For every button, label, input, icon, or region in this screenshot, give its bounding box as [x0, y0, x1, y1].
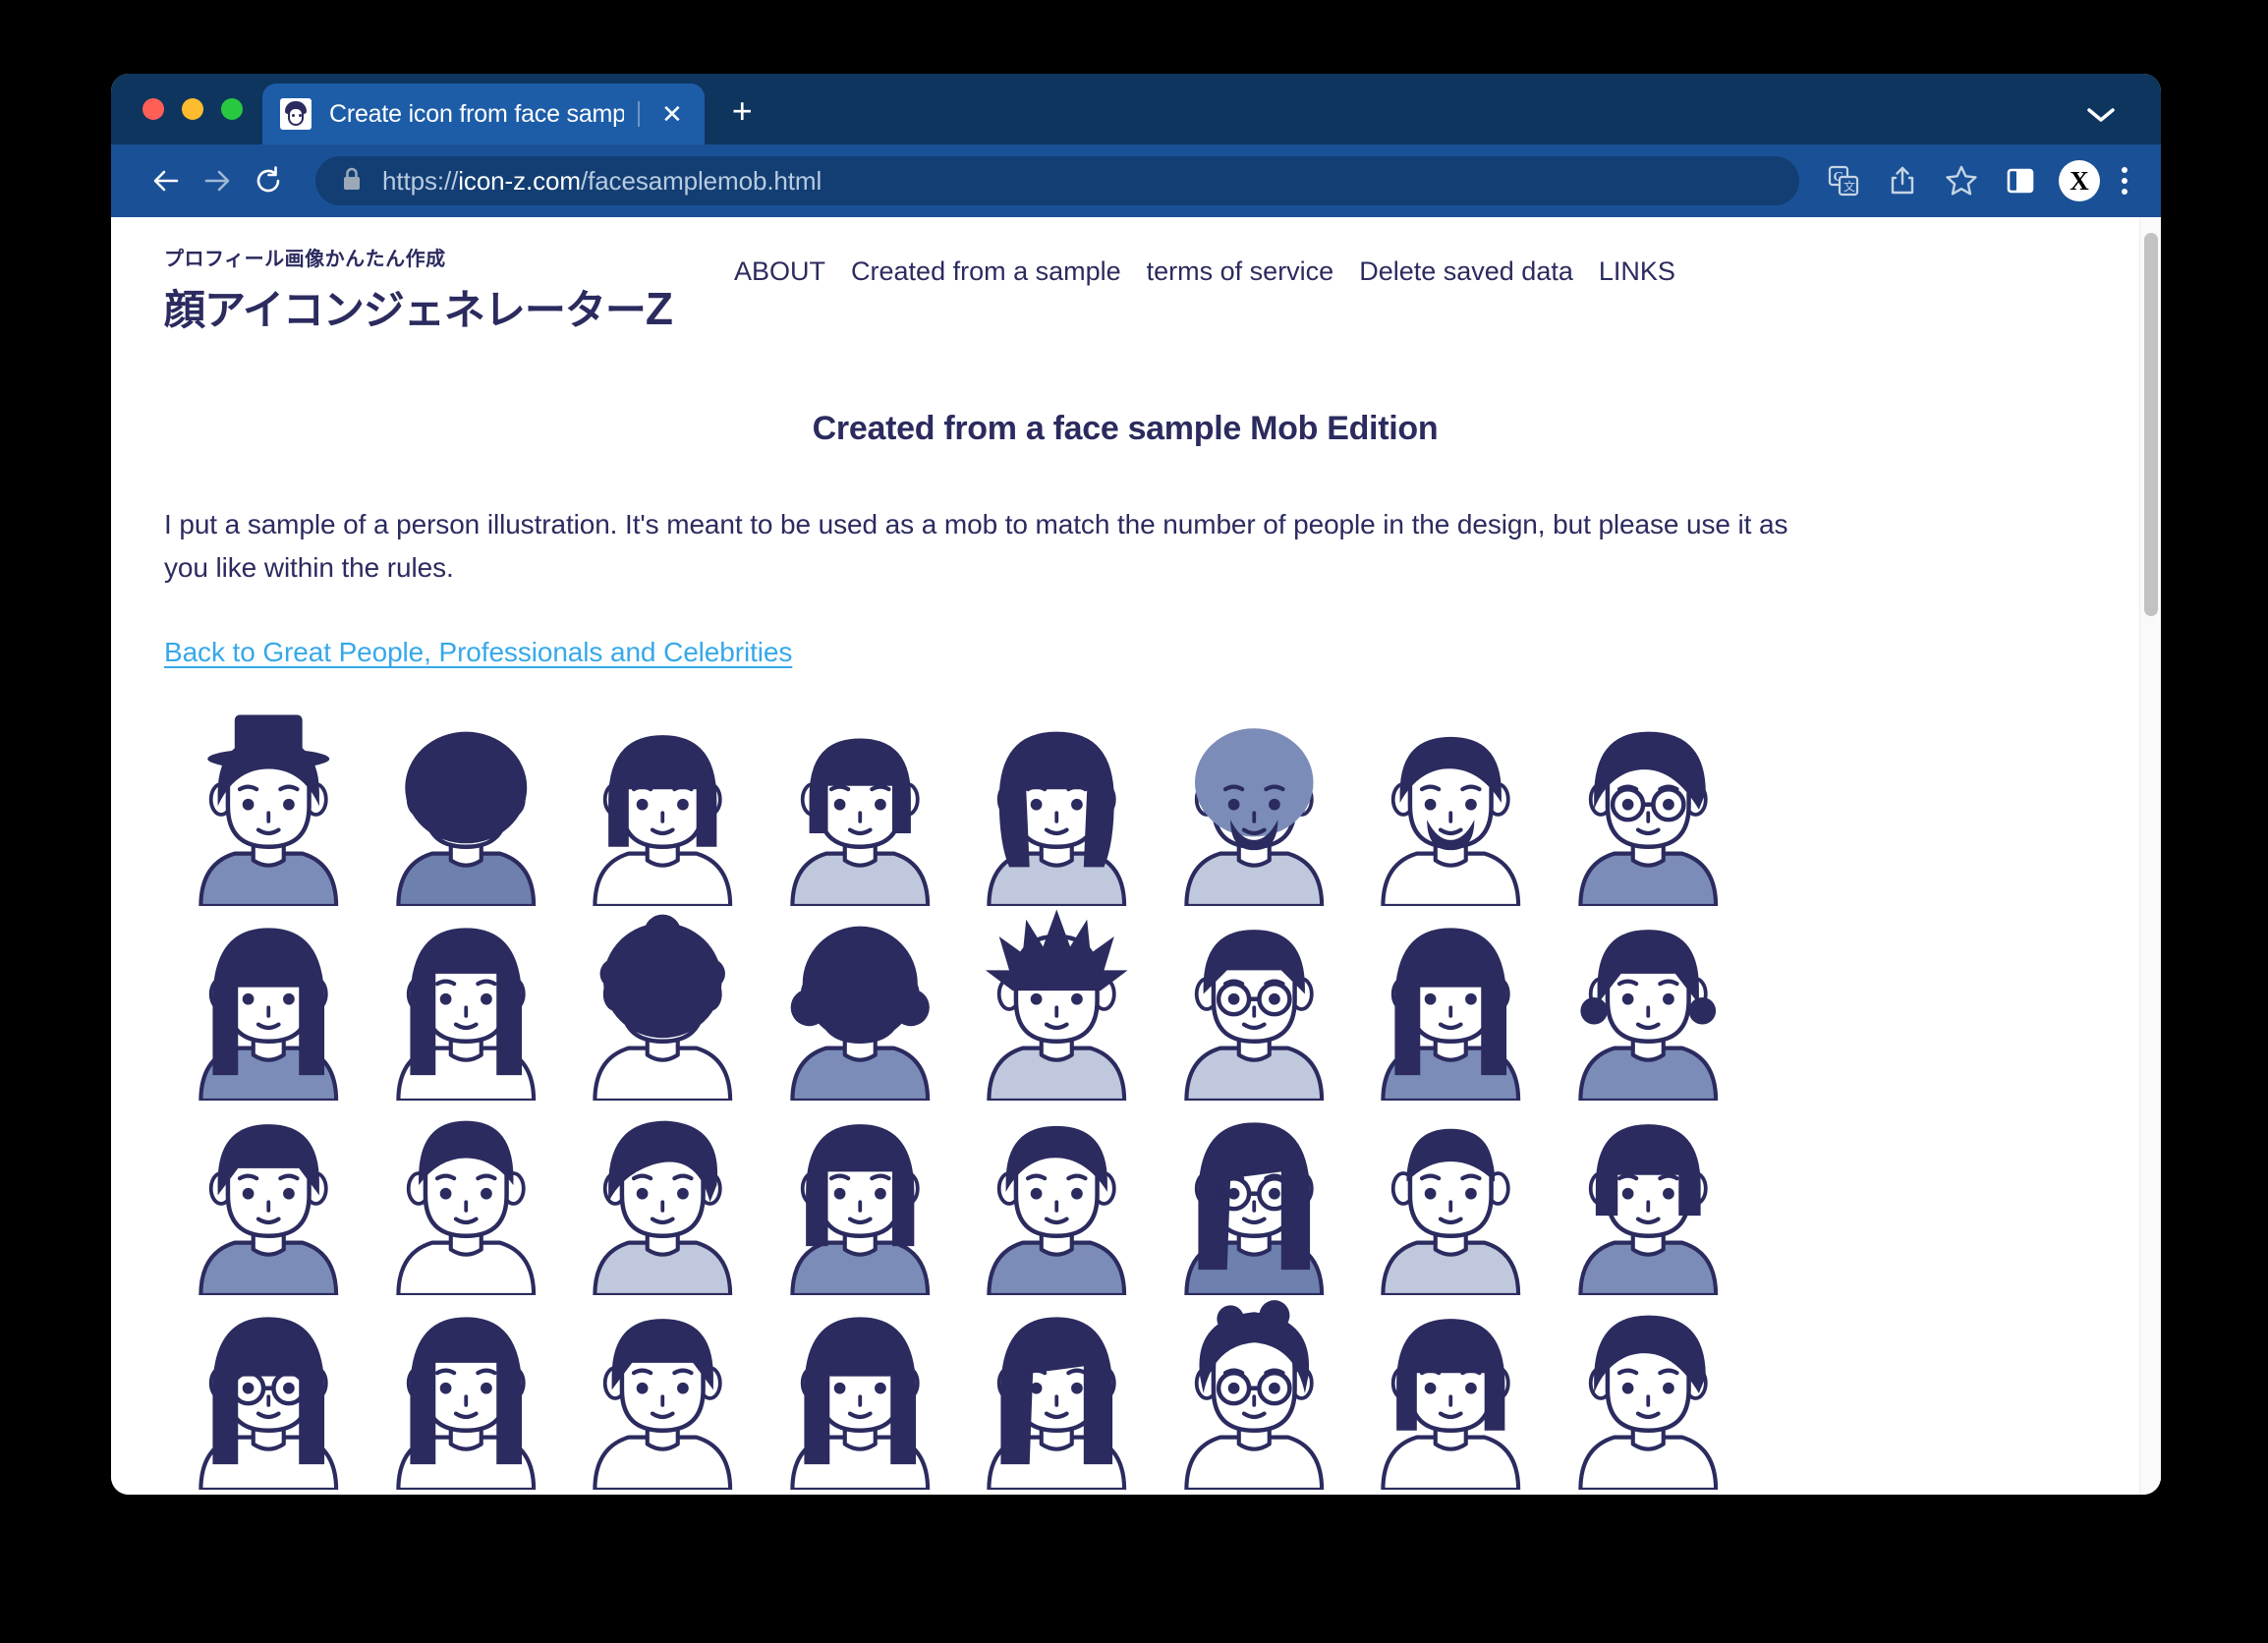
reload-icon[interactable]	[243, 155, 294, 206]
avatar-elderly-person-frowning[interactable]	[1561, 906, 1735, 1102]
avatar-girl-long-hair-sad[interactable]	[379, 906, 553, 1102]
site-header: プロフィール画像かんたん作成 顔アイコンジェネレーターZ ABOUT Creat…	[111, 217, 2139, 337]
profile-initial: X	[2059, 160, 2100, 201]
back-arrow-icon[interactable]	[141, 155, 192, 206]
avatar-elderly-man-squinting[interactable]	[1364, 1101, 1538, 1296]
three-dot-menu-icon[interactable]	[2112, 167, 2137, 195]
nav-link-about[interactable]: ABOUT	[734, 256, 825, 287]
avatar-person-messy-glasses-partial[interactable]	[1167, 1295, 1341, 1491]
avatar-woman-round-glasses[interactable]	[1167, 1101, 1341, 1296]
scrollbar[interactable]	[2139, 217, 2161, 1495]
avatar-woman-bob-determined[interactable]	[773, 1101, 947, 1296]
close-window-button[interactable]	[142, 98, 164, 120]
avatar-man-glasses-surprised[interactable]	[1561, 711, 1735, 907]
avatar-person-bob-smiling[interactable]	[773, 711, 947, 907]
brand-title-text: 顔アイコンジェネレーター	[164, 287, 647, 333]
tab-divider	[638, 101, 640, 127]
address-bar[interactable]: https://icon-z.com/facesamplemob.html	[315, 156, 1799, 205]
share-icon[interactable]	[1876, 154, 1929, 207]
avatar-man-open-mouth-worried[interactable]	[379, 1101, 553, 1296]
avatar-woman-wavy-smiling-collar[interactable]	[1561, 1101, 1735, 1296]
brand-title: 顔アイコンジェネレーターZ	[164, 277, 673, 337]
brand-subtitle: プロフィール画像かんたん作成	[164, 249, 446, 270]
avatar-woman-long-hair-laughing[interactable]	[1364, 906, 1538, 1102]
close-tab-button[interactable]: ✕	[653, 97, 691, 131]
avatar-person-curly-afro-shocked[interactable]	[576, 906, 750, 1102]
page-content: プロフィール画像かんたん作成 顔アイコンジェネレーターZ ABOUT Creat…	[111, 217, 2139, 1495]
avatar-person-curly-surprised[interactable]	[773, 906, 947, 1102]
avatar-woman-glasses-partial[interactable]	[182, 1295, 356, 1491]
avatar-person-short-hair-partial[interactable]	[1561, 1295, 1735, 1491]
new-tab-button[interactable]: +	[732, 93, 753, 129]
nav-link-links[interactable]: LINKS	[1599, 256, 1675, 287]
avatar-girl-long-hair-partial[interactable]	[773, 1295, 947, 1491]
chevron-down-icon[interactable]	[2086, 106, 2116, 129]
nav-link-delete-saved-data[interactable]: Delete saved data	[1359, 256, 1573, 287]
avatar-person-afro-tongue-out[interactable]	[379, 711, 553, 907]
avatar-businessman-suit-tie[interactable]	[970, 1101, 1144, 1296]
url-host: icon-z.com	[458, 165, 581, 196]
browser-tab-active[interactable]: Create icon from face sample | ✕	[262, 84, 705, 144]
site-brand[interactable]: プロフィール画像かんたん作成 顔アイコンジェネレーターZ	[164, 243, 673, 337]
tab-title: Create icon from face sample |	[329, 99, 624, 128]
forward-arrow-icon[interactable]	[192, 155, 243, 206]
avatar[interactable]: X	[2053, 154, 2106, 207]
google-translate-icon[interactable]: G 文	[1817, 154, 1870, 207]
bookmark-star-icon[interactable]	[1935, 154, 1988, 207]
face-icon-favicon	[280, 98, 312, 130]
svg-text:文: 文	[1843, 179, 1855, 194]
avatar-man-with-hat-grin[interactable]	[182, 711, 356, 907]
nav-link-created-from-sample[interactable]: Created from a sample	[851, 256, 1121, 287]
avatar-man-round-glasses-smile[interactable]	[1167, 906, 1341, 1102]
page-viewport: プロフィール画像かんたん作成 顔アイコンジェネレーターZ ABOUT Creat…	[111, 217, 2161, 1495]
intro-paragraph: I put a sample of a person illustration.…	[164, 509, 1788, 584]
url-text: https://icon-z.com/facesamplemob.html	[382, 166, 822, 197]
tab-strip: Create icon from face sample | ✕ +	[111, 74, 2161, 144]
toolbar-actions: G 文 X	[1817, 154, 2137, 207]
page-title: Created from a face sample Mob Edition	[812, 410, 1439, 447]
url-path: /facesamplemob.html	[580, 165, 822, 196]
browser-window: Create icon from face sample | ✕ +	[111, 74, 2161, 1495]
avatar-bearded-man-angry[interactable]	[1167, 711, 1341, 907]
avatar-boy-short-hair-partial[interactable]	[576, 1295, 750, 1491]
site-navigation: ABOUT Created from a sample terms of ser…	[734, 243, 1675, 287]
avatar-goatee-man-serious[interactable]	[1364, 711, 1538, 907]
window-controls	[111, 74, 262, 144]
avatar-person-bob-neutral[interactable]	[576, 711, 750, 907]
scrollbar-thumb[interactable]	[2144, 233, 2158, 616]
avatar-spiky-hair-man-angry[interactable]	[970, 906, 1144, 1102]
maximize-window-button[interactable]	[221, 98, 243, 120]
lock-icon	[341, 166, 363, 197]
brand-title-mark: Z	[645, 283, 673, 334]
avatar-woman-long-hair-upset[interactable]	[182, 906, 356, 1102]
avatar-child-short-hair-pout[interactable]	[182, 1101, 356, 1296]
main-content: Created from a face sample Mob Edition I…	[111, 410, 2139, 1491]
nav-link-terms-of-service[interactable]: terms of service	[1147, 256, 1334, 287]
avatar-sample-grid	[182, 711, 1735, 1491]
url-scheme: https://	[382, 165, 459, 196]
avatar-person-bangs-partial[interactable]	[379, 1295, 553, 1491]
avatar-young-man-scarf[interactable]	[576, 1101, 750, 1296]
avatar-person-wavy-shocked[interactable]	[970, 711, 1144, 907]
minimize-window-button[interactable]	[182, 98, 203, 120]
avatar-woman-side-part-partial[interactable]	[970, 1295, 1144, 1491]
side-panel-icon[interactable]	[1994, 154, 2047, 207]
back-to-celebrities-link[interactable]: Back to Great People, Professionals and …	[164, 637, 792, 668]
avatar-person-bob-square-partial[interactable]	[1364, 1295, 1538, 1491]
browser-toolbar: https://icon-z.com/facesamplemob.html G …	[111, 144, 2161, 217]
